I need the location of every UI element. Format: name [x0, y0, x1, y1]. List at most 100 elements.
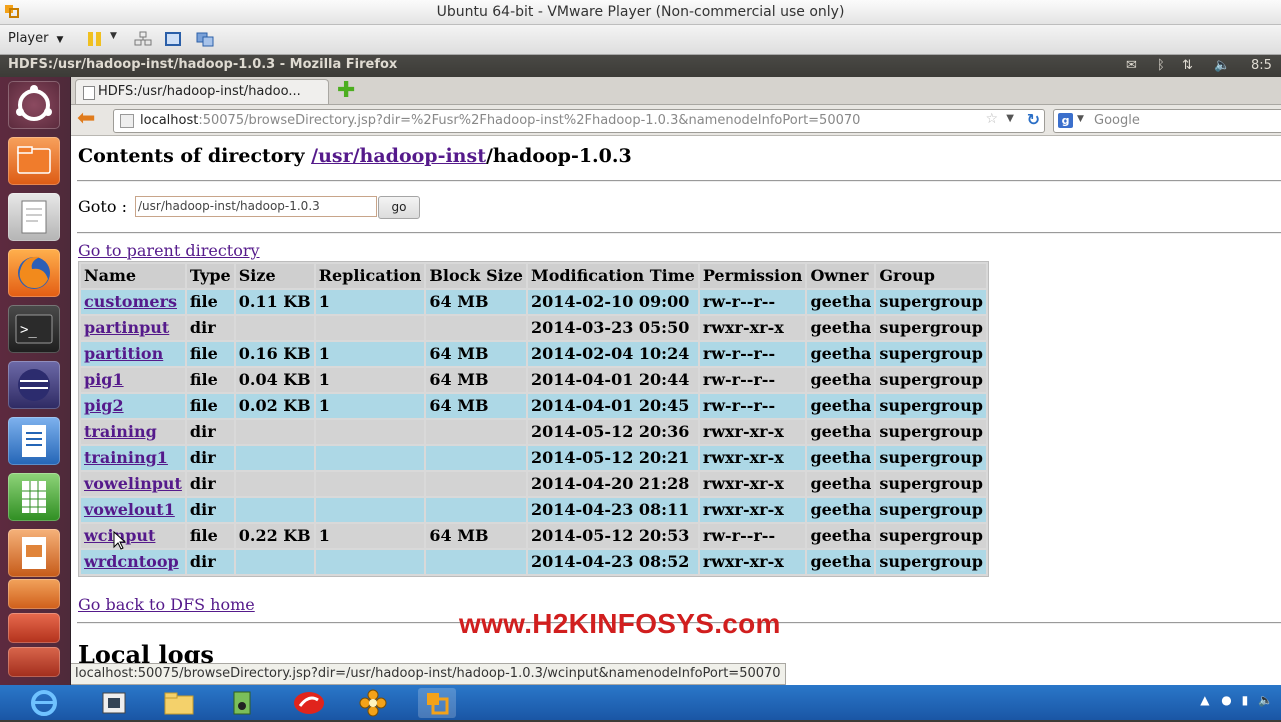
table-row: pig1 file 0.04 KB 1 64 MB 2014-04-01 20:44 rw-… — [81, 368, 986, 392]
entry-link[interactable]: wrdcntoop — [84, 552, 179, 571]
table-row: vowelinput dir 2014-04-20 21:28 rwxr-xr-x ge… — [81, 472, 986, 496]
breadcrumb-hadoop-inst[interactable]: /hadoop-inst — [353, 145, 486, 167]
table-cell: geetha — [807, 394, 875, 418]
entry-link[interactable]: pig2 — [84, 396, 124, 415]
parent-directory-link[interactable]: Go to parent directory — [78, 241, 260, 260]
table-cell: dir — [186, 498, 234, 522]
volume-icon[interactable]: 🔈 — [1214, 58, 1230, 73]
app-icon[interactable] — [8, 579, 60, 609]
url-bar[interactable]: localhost:50075/browseDirectory.jsp?dir=… — [113, 109, 1045, 133]
table-cell: training — [81, 420, 185, 444]
entry-link[interactable]: training — [84, 422, 157, 441]
player-menu-button[interactable]: Player ▼ — [8, 30, 63, 48]
back-button[interactable]: ⬅ — [77, 106, 103, 131]
table-cell — [426, 472, 526, 496]
table-cell: 64 MB — [426, 368, 526, 392]
site-identity-icon[interactable] — [120, 114, 134, 128]
table-cell: geetha — [807, 550, 875, 574]
table-cell: dir — [186, 316, 234, 340]
player-menu-label: Player — [8, 31, 49, 46]
table-cell: dir — [186, 472, 234, 496]
entry-link[interactable]: customers — [84, 292, 177, 311]
svg-text:>_: >_ — [20, 322, 37, 338]
ubuntu-dash-icon[interactable] — [8, 81, 60, 129]
table-cell: vowelout1 — [81, 498, 185, 522]
table-cell — [426, 550, 526, 574]
table-cell: partition — [81, 342, 185, 366]
unity-icon[interactable] — [196, 31, 214, 47]
goto-label: Goto : — [78, 197, 127, 216]
chevron-down-icon[interactable]: ▼ — [110, 31, 120, 47]
entry-link[interactable]: partition — [84, 344, 163, 363]
bluetooth-icon[interactable]: ᛒ — [1157, 58, 1165, 73]
go-button[interactable]: go — [378, 196, 420, 219]
table-cell: 2014-02-04 10:24 — [527, 342, 698, 366]
reload-icon[interactable]: ↻ — [1027, 110, 1040, 129]
writer-icon[interactable] — [8, 417, 60, 465]
table-cell: file — [186, 368, 234, 392]
goto-input[interactable]: /usr/hadoop-inst/hadoop-1.0.3 — [135, 196, 377, 217]
entry-link[interactable]: training1 — [84, 448, 168, 467]
pause-icon[interactable] — [86, 31, 104, 47]
table-cell: training1 — [81, 446, 185, 470]
terminal-icon[interactable]: >_ — [8, 305, 60, 353]
chevron-down-icon[interactable]: ▼ — [1077, 114, 1084, 124]
bookmark-star-icon[interactable]: ☆ — [985, 111, 998, 127]
table-cell: dir — [186, 420, 234, 444]
table-cell: 0.02 KB — [235, 394, 314, 418]
entry-link[interactable]: partinput — [84, 318, 169, 337]
tab-hdfs[interactable]: HDFS:/usr/hadoop-inst/hadoo... — [75, 79, 329, 104]
new-tab-button[interactable]: ✚ — [333, 78, 359, 103]
watermark-text: www.H2KINFOSYS.com — [459, 608, 781, 639]
entry-link[interactable]: vowelinput — [84, 474, 182, 493]
breadcrumb-usr[interactable]: /usr — [311, 145, 352, 167]
table-cell — [426, 498, 526, 522]
table-cell: 2014-04-01 20:44 — [527, 368, 698, 392]
internet-explorer-icon[interactable] — [25, 688, 63, 718]
table-cell: 2014-04-20 21:28 — [527, 472, 698, 496]
folder-icon[interactable] — [160, 688, 198, 718]
table-cell: geetha — [807, 420, 875, 444]
table-cell: 64 MB — [426, 342, 526, 366]
url-host: localhost — [140, 113, 199, 128]
dfs-home-link[interactable]: Go back to DFS home — [78, 595, 255, 614]
table-cell: rw-r--r-- — [699, 524, 806, 548]
calc-icon[interactable] — [8, 473, 60, 521]
firefox-icon[interactable] — [8, 249, 60, 297]
network-icon[interactable] — [134, 31, 152, 47]
page-title: Contents of directory /usr/hadoop-inst/h… — [78, 145, 632, 167]
table-cell: 0.11 KB — [235, 290, 314, 314]
fullscreen-icon[interactable] — [164, 31, 182, 47]
network-transfer-icon[interactable]: ⇅ — [1182, 58, 1193, 73]
entry-link[interactable]: vowelout1 — [84, 500, 175, 519]
table-row: customers file 0.11 KB 1 64 MB 2014-02-10 09:… — [81, 290, 986, 314]
table-cell — [235, 316, 314, 340]
flower-app-icon[interactable] — [354, 688, 392, 718]
vmware-icon[interactable] — [418, 688, 456, 718]
entry-link[interactable]: pig1 — [84, 370, 124, 389]
network-icon[interactable]: ▮ — [1242, 693, 1249, 707]
media-icon[interactable] — [224, 688, 262, 718]
impress-icon[interactable] — [8, 529, 60, 577]
table-cell — [235, 446, 314, 470]
app-icon[interactable] — [8, 613, 60, 643]
clock[interactable]: 8:5 — [1251, 58, 1272, 73]
app-icon[interactable] — [8, 647, 60, 677]
mail-icon[interactable]: ✉ — [1126, 58, 1137, 73]
history-dropdown-icon[interactable]: ▼ — [1006, 113, 1014, 124]
table-cell: pig2 — [81, 394, 185, 418]
google-engine-icon[interactable]: g — [1058, 113, 1073, 128]
table-cell: supergroup — [876, 342, 986, 366]
page-icon — [83, 86, 95, 100]
volume-icon[interactable]: 🔈 — [1258, 693, 1273, 707]
table-cell: 1 — [315, 290, 425, 314]
app-icon[interactable] — [290, 688, 328, 718]
search-bar[interactable]: g ▼ Google — [1053, 109, 1281, 133]
files-icon[interactable] — [8, 137, 60, 185]
table-cell: geetha — [807, 316, 875, 340]
text-editor-icon[interactable] — [8, 193, 60, 241]
tray-app-icon[interactable]: ● — [1221, 693, 1231, 707]
eclipse-icon[interactable] — [8, 361, 60, 409]
show-hidden-icons-icon[interactable]: ▲ — [1200, 693, 1209, 707]
explorer-icon[interactable] — [95, 688, 133, 718]
